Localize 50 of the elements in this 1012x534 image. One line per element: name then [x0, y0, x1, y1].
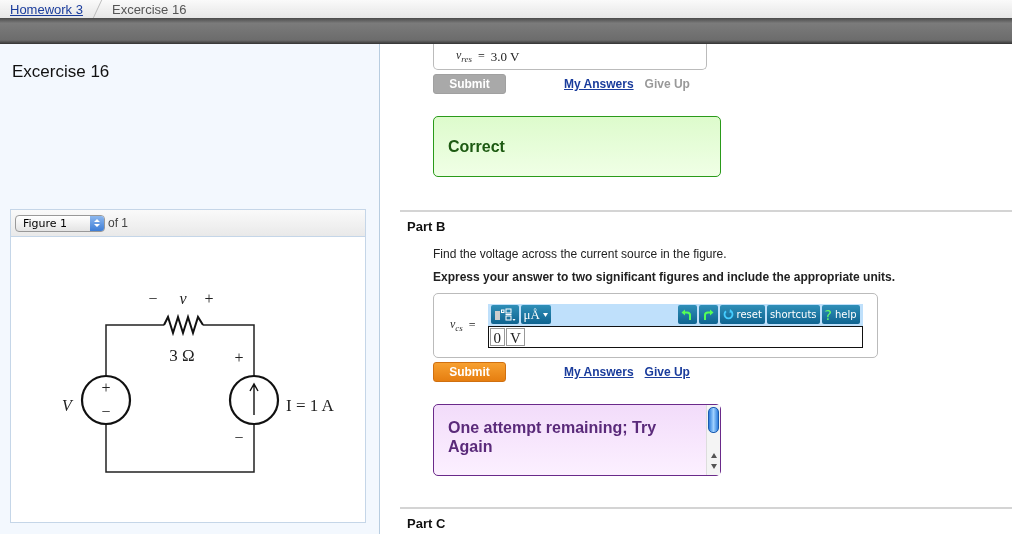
circuit-label: − [148, 290, 158, 307]
circuit-label: V [62, 397, 72, 414]
figure-count: of 1 [108, 216, 128, 230]
units-button[interactable]: μÅ [520, 305, 551, 324]
breadcrumb-link[interactable]: Homework 3 [10, 1, 83, 17]
template-icon [493, 307, 516, 322]
voltage-source-symbol [80, 374, 132, 426]
undo-button[interactable] [677, 305, 697, 324]
question-text: Find the voltage across the current source in the figure. [433, 247, 728, 261]
caret-icon [542, 312, 548, 317]
circuit-label: + [204, 290, 214, 307]
current-source-symbol [228, 374, 280, 426]
circuit-label: − [101, 403, 111, 420]
answer-entry[interactable]: 0 [489, 327, 506, 346]
answer-variable: v$_{res}$ [456, 48, 472, 65]
circuit-label: + [101, 379, 111, 396]
circuit-label: + [234, 349, 244, 366]
my-answers-link[interactable]: My Answers [564, 77, 634, 91]
reset-button[interactable]: reset [719, 305, 765, 324]
equals-sign: = [468, 318, 476, 333]
exercise-title: Excercise 16 [12, 62, 111, 82]
template-button[interactable] [490, 305, 519, 324]
answer-entry[interactable]: V [506, 327, 525, 346]
part-title: Part C [407, 516, 447, 531]
feedback-text: One attempt remaining; Try Again [448, 418, 658, 457]
my-answers-link[interactable]: My Answers [564, 365, 634, 379]
reset-icon [722, 309, 734, 320]
scroll-arrows-icon[interactable] [709, 451, 718, 471]
part-title: Part B [407, 219, 447, 234]
answer-variable: v$_{cs}$ [450, 317, 463, 334]
answer-value: 3.0 V [490, 48, 520, 65]
circuit-label: − [234, 429, 244, 446]
breadcrumb-current: Excercise 16 [111, 1, 187, 17]
equals-sign: = [478, 49, 485, 64]
stepper-icon [93, 218, 101, 228]
undo-icon [681, 308, 694, 321]
circuit-label: v [179, 290, 187, 307]
circuit-label: I = 1 A [286, 396, 334, 415]
circuit-label: 3 Ω [169, 346, 195, 365]
help-button[interactable]: ? help [821, 305, 860, 324]
figure-select[interactable]: Figure 1 [15, 214, 105, 232]
scrollbar[interactable] [706, 405, 720, 475]
instruction-text: Express your answer to two significant figures and include the appropriate units. [433, 270, 897, 284]
redo-icon [702, 308, 715, 321]
redo-button[interactable] [698, 305, 718, 324]
shortcuts-button[interactable]: shortcuts [766, 305, 820, 324]
answer-input[interactable]: 0 V [487, 325, 863, 348]
give-up-link[interactable]: Give Up [644, 365, 690, 379]
feedback-text: Correct [448, 137, 505, 156]
resistor-symbol [163, 313, 204, 337]
